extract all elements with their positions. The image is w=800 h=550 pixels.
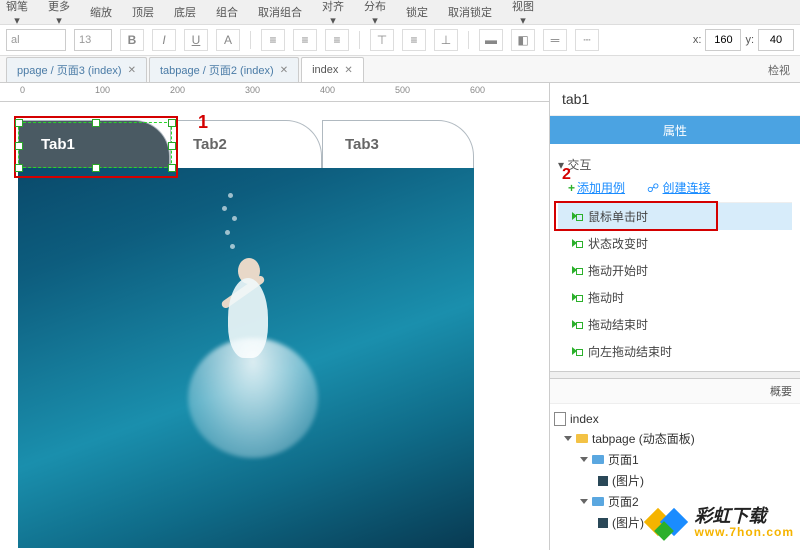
watermark-title: 彩虹下载 <box>694 507 794 527</box>
font-select[interactable]: al <box>6 29 66 51</box>
align-right-button[interactable]: ≡ <box>325 29 349 51</box>
tool-lock[interactable]: 锁定 <box>406 4 428 20</box>
resize-handle[interactable] <box>168 142 176 150</box>
annotation-2: 2 <box>562 166 571 184</box>
canvas-tab2[interactable]: Tab2 <box>170 120 322 168</box>
event-item[interactable]: 拖动结束时 <box>558 311 792 338</box>
event-icon <box>572 212 582 222</box>
watermark: 彩虹下载 www.7hon.com <box>646 502 794 544</box>
tool-distribute[interactable]: 分布▾ <box>364 0 386 27</box>
tree-panel[interactable]: tabpage (动态面板) <box>554 428 796 449</box>
event-item[interactable]: 拖动时 <box>558 284 792 311</box>
line-weight-button[interactable]: ═ <box>543 29 567 51</box>
event-icon <box>572 266 582 276</box>
tool-ungroup[interactable]: 取消组合 <box>258 4 302 20</box>
selection-name[interactable]: tab1 <box>550 83 800 116</box>
tree-page[interactable]: index <box>554 410 796 428</box>
design-canvas[interactable]: 0 100 200 300 400 500 600 Tab1 Tab2 Tab3… <box>0 83 549 550</box>
event-icon <box>572 293 582 303</box>
fill-button[interactable]: ▬ <box>479 29 503 51</box>
inspector-panel: tab1 属性 ▾ 交互 2 +添加用例 ☍ 创建连接 鼠标单击时 状态改变时 … <box>549 83 800 550</box>
italic-button[interactable]: I <box>152 29 176 51</box>
event-onclick[interactable]: 鼠标单击时 <box>558 203 792 230</box>
outline-header[interactable]: 概要 <box>550 379 800 404</box>
coord-y-label: y: <box>745 34 754 46</box>
file-tab[interactable]: tabpage / 页面2 (index)✕ <box>149 57 299 82</box>
tool-more[interactable]: 更多▾ <box>48 0 70 27</box>
section-interaction[interactable]: ▾ 交互 <box>558 156 792 173</box>
resize-handle[interactable] <box>15 164 23 172</box>
align-center-button[interactable]: ≡ <box>293 29 317 51</box>
font-size[interactable]: 13 <box>74 29 112 51</box>
state-icon <box>592 497 604 506</box>
tool-back[interactable]: 底层 <box>174 4 196 20</box>
file-tab-active[interactable]: index✕ <box>301 57 364 82</box>
coord-x-input[interactable] <box>705 29 741 51</box>
coord-y-input[interactable] <box>758 29 794 51</box>
tool-align[interactable]: 对齐▾ <box>322 0 344 27</box>
tab-properties[interactable]: 属性 <box>550 116 800 144</box>
event-item[interactable]: 拖动开始时 <box>558 257 792 284</box>
canvas-image[interactable] <box>18 168 474 548</box>
image-icon <box>598 518 608 528</box>
ruler-horizontal: 0 100 200 300 400 500 600 <box>0 83 549 102</box>
tool-pen[interactable]: 钢笔▾ <box>6 0 28 27</box>
tool-zoom[interactable]: 缩放 <box>90 4 112 20</box>
tool-front[interactable]: 顶层 <box>132 4 154 20</box>
event-item[interactable]: 状态改变时 <box>558 230 792 257</box>
close-icon[interactable]: ✕ <box>128 65 136 76</box>
bold-button[interactable]: B <box>120 29 144 51</box>
annotation-1: 1 <box>198 112 208 133</box>
watermark-logo-icon <box>646 502 688 544</box>
main-toolbar: 钢笔▾ 更多▾ 缩放 顶层 底层 组合 取消组合 对齐▾ 分布▾ 锁定 取消锁定… <box>0 0 800 25</box>
underline-button[interactable]: U <box>184 29 208 51</box>
event-icon <box>572 347 582 357</box>
valign-top-button[interactable]: ⊤ <box>370 29 394 51</box>
valign-bot-button[interactable]: ⊥ <box>434 29 458 51</box>
resize-handle[interactable] <box>15 119 23 127</box>
tool-unlock[interactable]: 取消锁定 <box>448 4 492 20</box>
format-toolbar: al 13 B I U A ≡ ≡ ≡ ⊤ ≡ ⊥ ▬ ◧ ═ ┄ x: y: <box>0 25 800 56</box>
event-item[interactable]: 向左拖动结束时 <box>558 338 792 365</box>
event-icon <box>572 239 582 249</box>
close-icon[interactable]: ✕ <box>344 65 352 76</box>
line-color-button[interactable]: ◧ <box>511 29 535 51</box>
align-left-button[interactable]: ≡ <box>261 29 285 51</box>
tool-group[interactable]: 组合 <box>216 4 238 20</box>
file-tab[interactable]: ppage / 页面3 (index)✕ <box>6 57 147 82</box>
coord-x-label: x: <box>693 34 702 46</box>
resize-handle[interactable] <box>15 142 23 150</box>
resize-handle[interactable] <box>92 164 100 172</box>
resize-handle[interactable] <box>92 119 100 127</box>
tree-state[interactable]: 页面1 <box>554 449 796 470</box>
add-case-link[interactable]: +添加用例 <box>568 179 625 196</box>
image-icon <box>598 476 608 486</box>
watermark-url: www.7hon.com <box>694 526 794 539</box>
page-icon <box>554 412 566 426</box>
tool-view[interactable]: 视图▾ <box>512 0 534 27</box>
create-link[interactable]: ☍ 创建连接 <box>647 179 711 196</box>
expand-icon[interactable] <box>580 499 588 504</box>
canvas-tab3[interactable]: Tab3 <box>322 120 474 168</box>
state-icon <box>592 455 604 464</box>
text-color-button[interactable]: A <box>216 29 240 51</box>
valign-mid-button[interactable]: ≡ <box>402 29 426 51</box>
resize-handle[interactable] <box>168 164 176 172</box>
file-tabs: ppage / 页面3 (index)✕ tabpage / 页面2 (inde… <box>0 56 800 83</box>
expand-icon[interactable] <box>580 457 588 462</box>
close-icon[interactable]: ✕ <box>280 65 288 76</box>
tree-widget[interactable]: (图片) <box>554 470 796 491</box>
panel-icon <box>576 434 588 443</box>
inspector-toggle[interactable]: 检视 <box>758 58 800 82</box>
expand-icon[interactable] <box>564 436 572 441</box>
line-style-button[interactable]: ┄ <box>575 29 599 51</box>
event-icon <box>572 320 582 330</box>
resize-handle[interactable] <box>168 119 176 127</box>
